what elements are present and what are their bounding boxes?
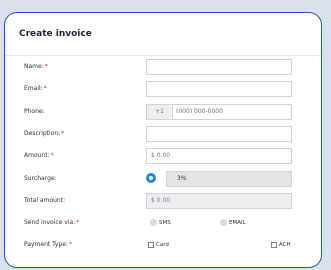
required-marker: *: [44, 63, 48, 70]
checkbox-icon: [148, 241, 154, 248]
name-row: Name:*: [5, 59, 321, 75]
email-input[interactable]: [146, 81, 292, 97]
send-via-label: Send invoice via:*: [24, 219, 80, 226]
phone-label: Phone:: [24, 108, 45, 115]
email-label: Email:*: [24, 85, 47, 92]
required-marker: *: [43, 85, 47, 92]
total-label: Total amount:: [24, 197, 66, 204]
surcharge-row: Surcharge: 3%: [5, 171, 321, 187]
required-marker: *: [68, 241, 72, 248]
payment-card-option[interactable]: Card: [148, 240, 169, 250]
radio-icon: [150, 219, 157, 226]
description-label: Description:*: [24, 130, 65, 137]
total-row: Total amount: $ 0.00: [5, 193, 321, 209]
phone-row: Phone: +1 (000) 000-0000: [5, 104, 321, 120]
amount-input[interactable]: $ 0.00: [146, 148, 292, 164]
country-code[interactable]: +1: [147, 105, 173, 119]
amount-label: Amount:*: [24, 152, 54, 159]
radio-icon: [220, 219, 227, 226]
send-via-email-option[interactable]: EMAIL: [220, 218, 246, 228]
phone-input[interactable]: +1 (000) 000-0000: [146, 104, 292, 120]
name-label: Name:*: [24, 63, 48, 70]
phone-placeholder: (000) 000-0000: [176, 108, 223, 115]
name-input[interactable]: [146, 59, 292, 75]
required-marker: *: [76, 219, 80, 226]
description-row: Description:*: [5, 126, 321, 142]
surcharge-label: Surcharge:: [24, 175, 57, 182]
payment-ach-option[interactable]: ACH: [271, 240, 291, 250]
create-invoice-card: Create invoice Name:* Email:* Phone: +1 …: [4, 12, 322, 268]
total-amount-field: $ 0.00: [146, 193, 292, 209]
checkbox-icon: [271, 241, 277, 248]
surcharge-toggle[interactable]: [146, 173, 156, 183]
surcharge-value: 3%: [166, 171, 292, 187]
page-title: Create invoice: [19, 29, 92, 39]
required-marker: *: [61, 130, 65, 137]
payment-type-label: Payment Type:*: [24, 241, 72, 248]
required-marker: *: [50, 152, 54, 159]
email-row: Email:*: [5, 81, 321, 97]
card-header: Create invoice: [5, 13, 321, 56]
description-input[interactable]: [146, 126, 292, 142]
send-via-row: Send invoice via:* SMS EMAIL: [5, 215, 321, 231]
payment-type-row: Payment Type:* Card ACH: [5, 237, 321, 253]
send-via-sms-option[interactable]: SMS: [150, 218, 171, 228]
amount-row: Amount:* $ 0.00: [5, 148, 321, 164]
